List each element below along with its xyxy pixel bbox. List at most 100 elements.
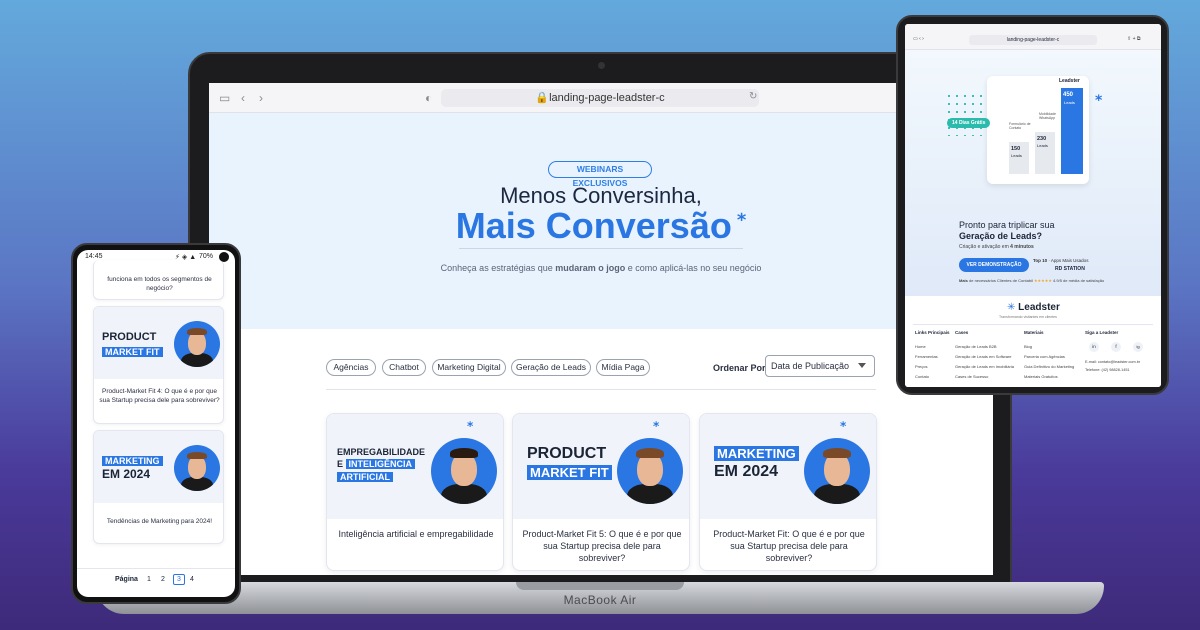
laptop-base: MacBook Air: [96, 582, 1104, 614]
address-bar[interactable]: 🔒landing-page-leadster-c: [441, 89, 759, 107]
thumb-line: PRODUCT: [527, 445, 607, 462]
spark-icon: ⁎: [1095, 88, 1103, 104]
presenter-photo: [617, 438, 683, 504]
filter-chip-marketing-digital[interactable]: Marketing Digital: [432, 359, 506, 376]
footer-email[interactable]: E-mail: contato@leadster.com.br: [1085, 360, 1140, 364]
webinar-card[interactable]: MARKETING EM 2024 Tendências de Marketin…: [93, 430, 224, 544]
order-select[interactable]: Data de Publicação: [765, 355, 875, 377]
footer-link[interactable]: Materiais Gratuitos: [1024, 374, 1058, 379]
page-link-2[interactable]: 2: [161, 576, 165, 583]
dot-pattern: [945, 92, 985, 136]
footer-link[interactable]: Parceria com Agências: [1024, 354, 1065, 359]
hero-subtitle: Conheça as estratégias que mudaram o jog…: [440, 263, 762, 273]
phone-device: 14:45 ⚡ ◈ ▲ 70% funciona em todos os seg…: [71, 243, 241, 604]
page-link-1[interactable]: 1: [147, 576, 151, 583]
chart-brand: Leadster: [1059, 78, 1080, 84]
webinar-card[interactable]: funciona em todos os segmentos de negóci…: [93, 260, 224, 300]
page-link-4[interactable]: 4: [190, 576, 194, 583]
webinar-card[interactable]: EMPREGABILIDADE E INTELIGÊNCIA ARTIFICIA…: [326, 413, 504, 571]
cta-sub: Criação e ativação em 4 minutos: [959, 244, 1034, 250]
linkedin-icon[interactable]: in: [1089, 342, 1099, 352]
webinar-card[interactable]: PRODUCT MARKET FIT ⁎ Product-Market Fit …: [512, 413, 690, 571]
spark-icon: ⁎: [467, 416, 474, 430]
card-title: Product-Market Fit: O que é e por que su…: [713, 529, 865, 563]
back-icon[interactable]: ‹: [241, 91, 245, 105]
phone-screen: 14:45 ⚡ ◈ ▲ 70% funciona em todos os seg…: [77, 250, 235, 597]
card-title: Inteligência artificial e empregabilidad…: [338, 529, 494, 539]
presenter-photo: [431, 438, 497, 504]
footer-link[interactable]: Preços: [915, 364, 927, 369]
footer-link[interactable]: Ferramentas: [915, 354, 938, 359]
instagram-icon[interactable]: ig: [1133, 342, 1143, 352]
chevron-down-icon: [858, 363, 866, 368]
cta-line1: Pronto para triplicar sua: [959, 220, 1055, 230]
share-icon[interactable]: ⇪ + ⧉: [1127, 36, 1140, 42]
hero-title-line2: Mais Conversão ⁎: [209, 205, 993, 247]
card-title: funciona em todos os segmentos de negóci…: [107, 276, 212, 292]
facebook-icon[interactable]: f: [1111, 342, 1121, 352]
footer-link[interactable]: Contato: [915, 374, 929, 379]
filter-chip-agencias[interactable]: Agências: [326, 359, 376, 376]
demo-button[interactable]: VER DEMONSTRAÇÃO: [959, 258, 1029, 272]
spark-icon: ⁎: [840, 416, 847, 430]
privacy-icon[interactable]: ◐: [425, 91, 432, 105]
battery-level: 70%: [199, 253, 214, 260]
pagination-label: Página: [115, 576, 138, 583]
back-icon[interactable]: ▭ ‹ ›: [913, 36, 924, 42]
card-title: Product-Market Fit 4: O que é e por que …: [99, 388, 220, 404]
spark-icon: ✳: [1007, 302, 1019, 313]
card-thumbnail: MARKETING EM 2024 ⁎: [700, 414, 876, 519]
lock-icon: 🔒: [535, 92, 550, 104]
clock: 14:45: [85, 253, 103, 260]
tablet-device: ▭ ‹ › landing-page-leadster-c ⇪ + ⧉ 150 …: [896, 15, 1169, 395]
filter-divider: [326, 389, 876, 390]
footer-link[interactable]: Home: [915, 344, 926, 349]
filter-chip-midia-paga[interactable]: Mídia Paga: [596, 359, 650, 376]
footer-col-title: Siga a Leadster: [1085, 330, 1119, 335]
chart-legend: Mobilidade WhatsApp: [1039, 112, 1056, 120]
tablet-browser-bar: ▭ ‹ › landing-page-leadster-c ⇪ + ⧉: [905, 24, 1161, 50]
device-label: MacBook Air: [563, 593, 637, 607]
hero-badge: WEBINARS EXCLUSIVOS: [548, 161, 652, 188]
webinar-card[interactable]: PRODUCT MARKET FIT Product-Market Fit 4:…: [93, 306, 224, 424]
trial-pill: 14 Dias Grátis: [947, 118, 991, 128]
filter-chip-chatbot[interactable]: Chatbot: [382, 359, 426, 376]
top10-badge: Top 10 · Apps Mais Usados: [1033, 258, 1089, 263]
spark-icon: ⁎: [731, 205, 747, 225]
footer-col-title: Cases: [955, 330, 969, 335]
browser-toolbar: ▭ ‹ › ◐ 🔒landing-page-leadster-c ↻: [209, 83, 993, 113]
sidebar-icon[interactable]: ▭: [219, 91, 230, 105]
footer-col-title: Links Principais: [915, 330, 950, 335]
footer-link[interactable]: Geração de Leads em Imobiliária: [955, 364, 1014, 369]
footer-link[interactable]: Geração de Leads B2B: [955, 344, 997, 349]
card-thumbnail: PRODUCT MARKET FIT: [94, 307, 223, 379]
card-thumbnail: EMPREGABILIDADE E INTELIGÊNCIA ARTIFICIA…: [327, 414, 503, 519]
footer-tagline: Transformando visitantes em clientes: [999, 315, 1057, 319]
thumb-line: MARKET FIT: [527, 465, 612, 481]
footer-link[interactable]: Blog: [1024, 344, 1032, 349]
filter-chip-geracao-de-leads[interactable]: Geração de Leads: [511, 359, 591, 376]
order-label: Ordenar Por: [713, 363, 766, 373]
thumb-line: EM 2024: [714, 463, 779, 480]
page-link-current[interactable]: 3: [173, 574, 185, 585]
thumb-line: MARKETING: [714, 446, 799, 462]
presenter-photo: [174, 445, 220, 491]
thumb-line: ARTIFICIAL: [337, 469, 393, 485]
chart-legend: Formulário de Contato: [1009, 122, 1031, 130]
footer-link[interactable]: Geração de Leads em Software: [955, 354, 1011, 359]
card-thumbnail: PRODUCT MARKET FIT ⁎: [513, 414, 689, 519]
footer-link[interactable]: Cases de Sucesso: [955, 374, 988, 379]
footer-phone[interactable]: Telefone: (42) 98828-1451: [1085, 368, 1130, 372]
partner-logo: RD STATION: [1055, 266, 1085, 272]
card-title: Tendências de Marketing para 2024!: [106, 518, 213, 525]
webinar-card[interactable]: MARKETING EM 2024 ⁎ Product-Market Fit: …: [699, 413, 877, 571]
footer-logo: ✳ Leadster: [1007, 302, 1060, 313]
spark-icon: ⁎: [653, 416, 660, 430]
reload-icon[interactable]: ↻: [749, 91, 757, 102]
forward-icon[interactable]: ›: [259, 91, 263, 105]
hero-divider: [459, 248, 743, 249]
tablet-screen: ▭ ‹ › landing-page-leadster-c ⇪ + ⧉ 150 …: [905, 24, 1161, 387]
card-thumbnail: MARKETING EM 2024: [94, 431, 223, 503]
tablet-address-bar[interactable]: landing-page-leadster-c: [969, 35, 1097, 45]
footer-link[interactable]: Guia Definitivo do Marketing: [1024, 364, 1074, 369]
